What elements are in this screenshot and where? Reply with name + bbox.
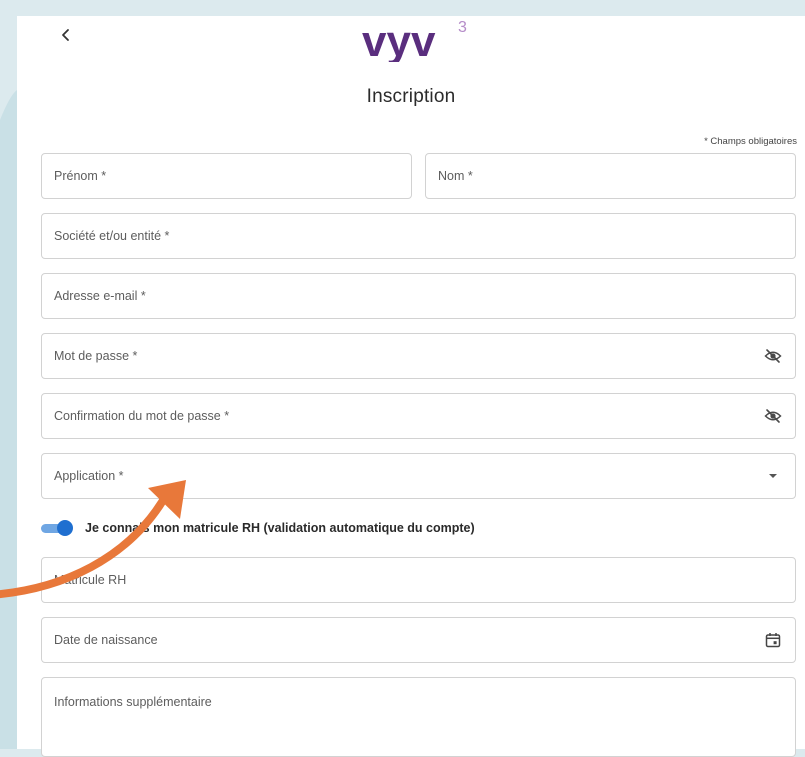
logo-superscript: 3	[458, 19, 467, 36]
password-confirm-field[interactable]: Confirmation du mot de passe *	[41, 393, 796, 439]
application-select[interactable]: Application *	[41, 453, 796, 499]
birth-date-picker-button[interactable]	[751, 618, 795, 662]
birth-date-label: Date de naissance	[54, 633, 158, 647]
hr-number-toggle[interactable]	[41, 520, 73, 536]
hr-number-label: Matricule RH	[54, 573, 127, 587]
application-dropdown-toggle[interactable]	[751, 454, 795, 498]
first-name-field[interactable]: Prénom *	[41, 153, 412, 199]
last-name-field[interactable]: Nom *	[425, 153, 796, 199]
logo-text: vyv	[362, 17, 436, 62]
additional-info-label: Informations supplémentaire	[54, 695, 212, 709]
back-button[interactable]	[53, 22, 79, 48]
calendar-icon	[765, 633, 781, 648]
first-name-label: Prénom *	[54, 169, 107, 183]
toggle-knob	[57, 520, 73, 536]
password-visibility-toggle[interactable]	[751, 334, 795, 378]
email-field[interactable]: Adresse e-mail *	[41, 273, 796, 319]
vyv-logo: vyv 3	[362, 17, 467, 62]
company-field[interactable]: Société et/ou entité *	[41, 213, 796, 259]
signup-card: vyv 3 Inscription * Champs obligatoires …	[17, 16, 805, 757]
eye-off-icon	[764, 349, 782, 363]
password-field[interactable]: Mot de passe *	[41, 333, 796, 379]
additional-info-textarea[interactable]: Informations supplémentaire	[41, 677, 796, 757]
birth-date-field[interactable]: Date de naissance	[41, 617, 796, 663]
application-label: Application *	[54, 469, 124, 483]
caret-down-icon	[769, 474, 777, 478]
email-label: Adresse e-mail *	[54, 289, 146, 303]
hr-number-toggle-row: Je connais mon matricule RH (validation …	[41, 516, 475, 540]
required-fields-note: * Champs obligatoires	[704, 136, 797, 147]
password-label: Mot de passe *	[54, 349, 138, 363]
hr-number-field[interactable]: Matricule RH	[41, 557, 796, 603]
last-name-label: Nom *	[438, 169, 473, 183]
hr-number-toggle-label: Je connais mon matricule RH (validation …	[85, 521, 475, 535]
password-confirm-visibility-toggle[interactable]	[751, 394, 795, 438]
chevron-left-icon	[62, 29, 69, 41]
page-title: Inscription	[366, 86, 456, 107]
company-label: Société et/ou entité *	[54, 229, 170, 243]
eye-off-icon	[764, 409, 782, 423]
password-confirm-label: Confirmation du mot de passe *	[54, 409, 230, 423]
